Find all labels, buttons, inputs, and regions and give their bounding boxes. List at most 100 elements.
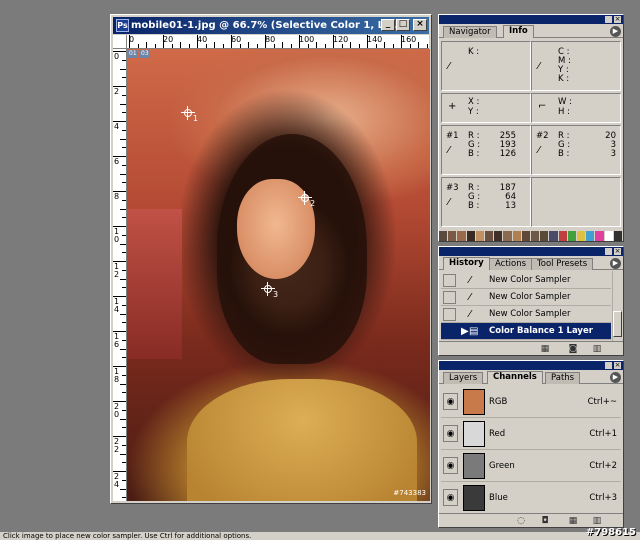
eye-visibility-icon[interactable]: ◉ <box>443 425 458 442</box>
w-label: W : <box>558 97 572 107</box>
color-swatch[interactable] <box>567 231 578 241</box>
palette-close-button[interactable]: × <box>614 362 621 369</box>
image-canvas[interactable]: 1 2 3 #743383 <box>127 49 430 501</box>
color-swatch[interactable] <box>549 231 559 241</box>
history-snapshot-checkbox[interactable] <box>443 274 456 287</box>
ruler-label: 1 6 <box>114 332 120 349</box>
palette-minimize-button[interactable] <box>605 248 612 255</box>
h-label: H : <box>558 107 570 117</box>
trash-icon[interactable]: ▥ <box>591 344 603 354</box>
palette-menu-icon[interactable]: ▶ <box>610 258 621 269</box>
document-title-bar[interactable]: Ps mobile01-1.jpg @ 66.7% (Selective Col… <box>113 17 429 34</box>
color-swatch[interactable] <box>503 231 513 241</box>
history-snapshot-checkbox[interactable] <box>443 325 456 338</box>
color-swatch[interactable] <box>595 231 605 241</box>
palette-minimize-button[interactable] <box>605 362 612 369</box>
ruler-tick <box>333 35 334 48</box>
color-swatch[interactable] <box>485 231 495 241</box>
history-palette[interactable]: × History Actions Tool Presets ▶ ⁄ New C… <box>438 246 624 356</box>
ruler-tick <box>120 383 126 385</box>
channels-palette[interactable]: × Layers Channels Paths ▶ ◉ RGB Ctrl+~ ◉… <box>438 360 624 528</box>
sampler-3-readout: #3 ⁄ R : G : B : 187 64 13 <box>441 177 531 227</box>
palette-close-button[interactable]: × <box>614 248 621 255</box>
status-text: Click image to place new color sampler. … <box>3 532 252 540</box>
swatches-strip[interactable] <box>439 231 624 241</box>
ruler-label: 140 <box>367 35 383 44</box>
color-swatch[interactable] <box>475 231 486 241</box>
history-snapshot-checkbox[interactable] <box>443 308 456 321</box>
tab-tool-presets[interactable]: Tool Presets <box>531 258 594 270</box>
ruler-label: 1 4 <box>114 297 120 314</box>
eyedropper-icon[interactable]: ⁄ <box>538 146 548 156</box>
channel-row-rgb[interactable]: ◉ RGB Ctrl+~ <box>441 386 621 418</box>
vertical-ruler[interactable]: 0 2 4 6 8 1 0 1 2 1 4 1 6 1 8 2 0 2 2 2 4 <box>113 49 127 501</box>
palette-title-bar[interactable]: × <box>439 247 623 256</box>
tab-navigator[interactable]: Navigator <box>443 26 497 38</box>
horizontal-ruler[interactable]: 0 20 40 60 80 100 120 140 160 <box>127 35 429 49</box>
new-channel-icon[interactable]: ▦ <box>567 516 579 526</box>
ruler-origin[interactable] <box>113 35 127 49</box>
ruler-tick <box>120 68 126 70</box>
history-scrollbar[interactable] <box>612 271 622 341</box>
ruler-label: 1 2 <box>114 262 120 279</box>
color-swatch[interactable] <box>457 231 467 241</box>
color-swatch[interactable] <box>448 231 458 241</box>
channel-row-blue[interactable]: ◉ Blue Ctrl+3 <box>441 482 621 514</box>
new-document-from-state-icon[interactable]: ▦ <box>539 344 551 354</box>
color-swatch[interactable] <box>439 231 449 241</box>
color-sampler-marker[interactable]: 1 <box>181 106 198 123</box>
history-item[interactable]: ⁄ New Color Sampler <box>441 289 611 306</box>
channel-row-red[interactable]: ◉ Red Ctrl+1 <box>441 418 621 450</box>
palette-close-button[interactable]: × <box>614 16 621 23</box>
eye-visibility-icon[interactable]: ◉ <box>443 457 458 474</box>
history-snapshot-checkbox[interactable] <box>443 291 456 304</box>
tab-paths[interactable]: Paths <box>545 372 581 384</box>
color-swatch[interactable] <box>494 231 504 241</box>
eyedropper-icon[interactable]: ⁄ <box>448 62 458 72</box>
color-swatch[interactable] <box>604 231 614 241</box>
palette-menu-icon[interactable]: ▶ <box>610 26 621 37</box>
history-item[interactable]: ⁄ New Color Sampler <box>441 306 611 323</box>
history-item[interactable]: ⁄ New Color Sampler <box>441 272 611 289</box>
history-scroll-thumb[interactable] <box>613 311 622 337</box>
eye-visibility-icon[interactable]: ◉ <box>443 393 458 410</box>
trash-icon[interactable]: ▥ <box>591 516 603 526</box>
color-swatch[interactable] <box>512 231 522 241</box>
palette-title-bar[interactable]: × <box>439 15 623 24</box>
palette-title-bar[interactable]: × <box>439 361 623 370</box>
eyedropper-icon[interactable]: ⁄ <box>538 62 548 72</box>
close-button[interactable]: × <box>413 19 427 31</box>
tab-history[interactable]: History <box>443 257 490 270</box>
tab-channels[interactable]: Channels <box>487 371 543 384</box>
color-swatch[interactable] <box>613 231 624 241</box>
history-item-selected[interactable]: ▶ ▤ Color Balance 1 Layer <box>441 323 611 340</box>
channel-row-green[interactable]: ◉ Green Ctrl+2 <box>441 450 621 482</box>
create-snapshot-icon[interactable]: ◙ <box>567 344 579 354</box>
ruler-label: 2 2 <box>114 437 120 454</box>
channel-name: Red <box>489 429 506 439</box>
eyedropper-icon[interactable]: ⁄ <box>448 146 458 156</box>
load-channel-as-selection-icon[interactable]: ◌ <box>515 516 527 526</box>
document-window[interactable]: Ps mobile01-1.jpg @ 66.7% (Selective Col… <box>110 14 432 504</box>
tab-layers[interactable]: Layers <box>443 372 484 384</box>
color-sampler-marker[interactable]: 2 <box>298 191 315 208</box>
ruler-tick <box>122 94 126 96</box>
eyedropper-icon[interactable]: ⁄ <box>448 198 458 208</box>
color-swatch[interactable] <box>531 231 541 241</box>
palette-minimize-button[interactable] <box>605 16 612 23</box>
minimize-button[interactable]: _ <box>381 19 395 31</box>
color-swatch[interactable] <box>586 231 596 241</box>
color-swatch[interactable] <box>577 231 587 241</box>
color-swatch[interactable] <box>540 231 550 241</box>
info-palette[interactable]: × Navigator Info ▶ K : ⁄ ⁄ C : M : Y : K… <box>438 14 624 242</box>
maximize-button[interactable]: □ <box>396 19 410 31</box>
color-swatch[interactable] <box>558 231 568 241</box>
palette-menu-icon[interactable]: ▶ <box>610 372 621 383</box>
color-sampler-marker[interactable]: 3 <box>261 282 278 299</box>
save-selection-as-channel-icon[interactable]: ◘ <box>539 516 551 526</box>
eye-visibility-icon[interactable]: ◉ <box>443 489 458 506</box>
color-swatch[interactable] <box>466 231 476 241</box>
tab-actions[interactable]: Actions <box>489 258 533 270</box>
tab-info[interactable]: Info <box>503 25 534 38</box>
color-swatch[interactable] <box>521 231 532 241</box>
